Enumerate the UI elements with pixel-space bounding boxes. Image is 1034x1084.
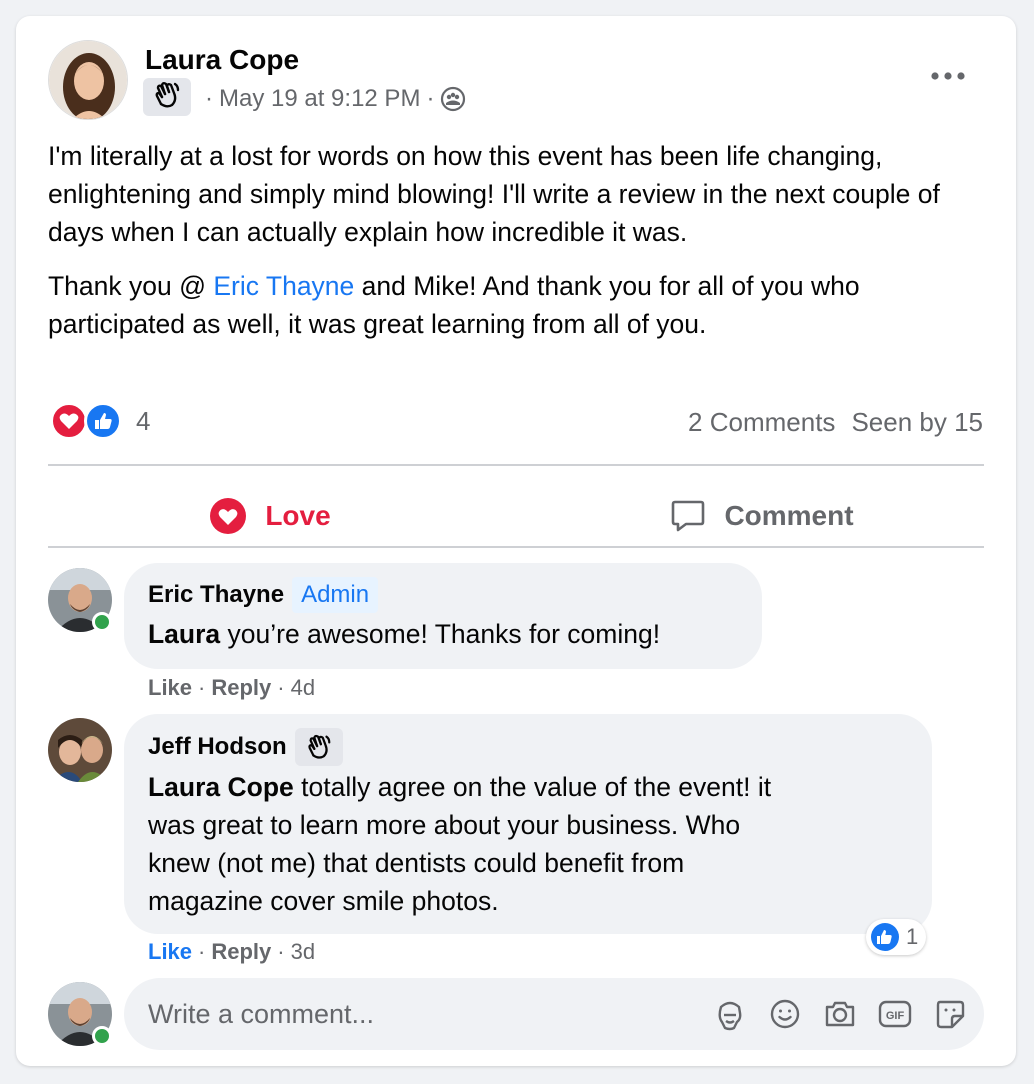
post-paragraph: Thank you @ Eric Thayne and Mike! And th…	[48, 271, 860, 339]
post-card: Laura Cope · May 19 at 9:12 PM · I'm lit…	[16, 16, 1016, 1066]
thumbs-up-icon	[870, 922, 900, 952]
comment-label: Comment	[724, 500, 854, 531]
reaction-summary[interactable]: 4	[50, 402, 150, 440]
comments-count-link[interactable]: 2 Comments	[688, 405, 835, 439]
wave-badge	[294, 728, 343, 766]
post-timestamp[interactable]: May 19 at 9:12 PM	[219, 82, 420, 116]
comment-actions: Like · Reply · 3d	[148, 938, 316, 966]
speech-bubble-icon	[670, 498, 706, 534]
gif-icon[interactable]: GIF	[877, 996, 913, 1032]
svg-text:GIF: GIF	[886, 1010, 905, 1022]
commenter-avatar[interactable]	[48, 718, 112, 782]
online-status-indicator	[92, 1026, 112, 1046]
reply-button[interactable]: Reply	[211, 674, 271, 702]
love-button[interactable]: Love	[48, 484, 492, 548]
group-audience-icon	[440, 86, 466, 112]
like-comment-button[interactable]: Like	[148, 674, 192, 702]
love-label: Love	[265, 500, 331, 531]
comment-text: Laura you’re awesome! Thanks for coming!	[148, 619, 661, 649]
seen-by-link[interactable]: Seen by 15	[851, 405, 983, 439]
comment-composer: GIF	[124, 978, 984, 1050]
comment-actions: Like · Reply · 4d	[148, 674, 316, 702]
reaction-count: 4	[136, 405, 151, 436]
divider	[48, 546, 984, 548]
wave-hand-icon	[152, 80, 182, 115]
online-status-indicator	[92, 612, 112, 632]
sticker-icon[interactable]	[932, 996, 968, 1032]
commenter-name[interactable]: Eric Thayne	[148, 578, 284, 612]
comment-like-count: 1	[906, 924, 919, 949]
comment-bubble: Jeff Hodson Laura Cope totally agree on …	[124, 714, 932, 934]
composer-toolbar: GIF	[712, 996, 968, 1032]
camera-icon[interactable]	[822, 996, 858, 1032]
emoji-icon[interactable]	[767, 996, 803, 1032]
wave-badge	[143, 78, 191, 116]
wave-hand-icon	[305, 733, 333, 761]
more-options-button[interactable]	[924, 62, 972, 90]
comment-time[interactable]: 3d	[291, 938, 315, 966]
mention-link[interactable]: Laura	[148, 619, 220, 649]
author-avatar[interactable]	[48, 40, 128, 120]
mention-link[interactable]: Eric Thayne	[213, 271, 354, 301]
comment-input[interactable]	[148, 996, 688, 1032]
reply-button[interactable]: Reply	[211, 938, 271, 966]
comment-bubble: Eric Thayne Admin Laura you’re awesome! …	[124, 563, 762, 669]
mention-link[interactable]: Laura Cope	[148, 772, 294, 802]
heart-icon	[209, 497, 247, 535]
more-horizontal-icon	[930, 71, 966, 81]
divider	[48, 464, 984, 466]
post-text: I'm literally at a lost for words on how…	[48, 137, 998, 359]
thumbs-up-icon	[84, 402, 122, 440]
author-name[interactable]: Laura Cope	[145, 43, 299, 77]
avatar-sticker-icon[interactable]	[712, 996, 748, 1032]
post-paragraph: I'm literally at a lost for words on how…	[48, 141, 940, 247]
like-comment-button[interactable]: Like	[148, 938, 192, 966]
admin-badge: Admin	[292, 577, 379, 613]
comment-button[interactable]: Comment	[540, 484, 984, 548]
comment-time[interactable]: 4d	[291, 674, 315, 702]
comment-reaction-count[interactable]: 1	[866, 919, 927, 955]
comment-text: Laura Cope totally agree on the value of…	[148, 772, 772, 916]
post-stats: 2 Comments Seen by 15	[688, 405, 983, 439]
post-meta: · May 19 at 9:12 PM ·	[199, 82, 466, 116]
commenter-name[interactable]: Jeff Hodson	[148, 730, 287, 764]
heart-icon	[50, 402, 88, 440]
